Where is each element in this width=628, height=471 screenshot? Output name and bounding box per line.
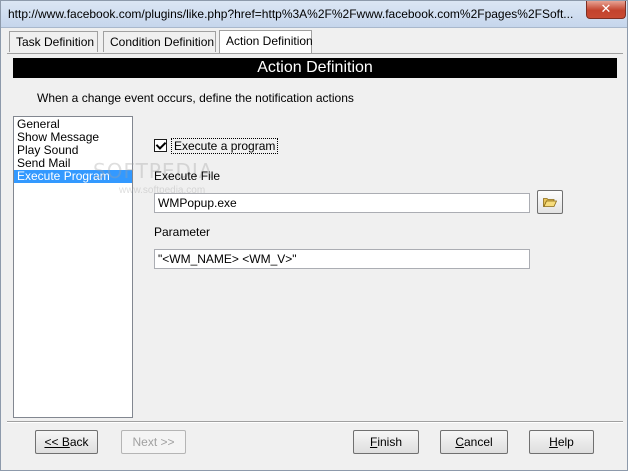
dialog-window: http://www.facebook.com/plugins/like.php…	[0, 0, 628, 471]
instruction-text: When a change event occurs, define the n…	[37, 91, 354, 105]
execute-program-label[interactable]: Execute a program	[171, 138, 279, 154]
cancel-button-mnemonic: C	[455, 435, 464, 449]
back-button-mnemonic: << B	[44, 435, 70, 449]
help-button-mnemonic: H	[549, 435, 558, 449]
section-header: Action Definition	[13, 58, 617, 78]
parameter-label: Parameter	[154, 225, 211, 239]
execute-program-checkbox[interactable]	[154, 139, 167, 152]
finish-button[interactable]: Finish	[353, 430, 419, 454]
help-button[interactable]: Help	[529, 430, 594, 454]
finish-button-label: inish	[377, 435, 403, 449]
window-title: http://www.facebook.com/plugins/like.php…	[8, 7, 574, 21]
browse-button[interactable]	[537, 190, 563, 214]
footer-divider	[7, 421, 623, 423]
title-bar: http://www.facebook.com/plugins/like.php…	[1, 1, 627, 28]
close-icon: ✕	[600, 2, 612, 17]
back-button[interactable]: << Back	[35, 430, 98, 454]
cancel-button-label: ancel	[463, 435, 493, 449]
next-button[interactable]: Next >>	[121, 430, 186, 454]
help-button-label: elp	[557, 435, 574, 449]
execute-file-input[interactable]: WMPopup.exe	[154, 193, 530, 213]
cancel-button[interactable]: Cancel	[440, 430, 508, 454]
execute-file-label: Execute File	[154, 169, 221, 183]
back-button-label: ack	[69, 435, 89, 449]
tab-action-definition[interactable]: Action Definition	[219, 30, 313, 53]
tab-bar: Task Definition Condition Definition Act…	[7, 30, 623, 54]
folder-open-icon	[543, 198, 557, 207]
tab-task-definition[interactable]: Task Definition	[9, 31, 98, 52]
tab-condition-definition[interactable]: Condition Definition	[103, 31, 216, 52]
parameter-input[interactable]: "<WM_NAME> <WM_V>"	[154, 249, 530, 269]
close-button[interactable]: ✕	[586, 1, 626, 19]
